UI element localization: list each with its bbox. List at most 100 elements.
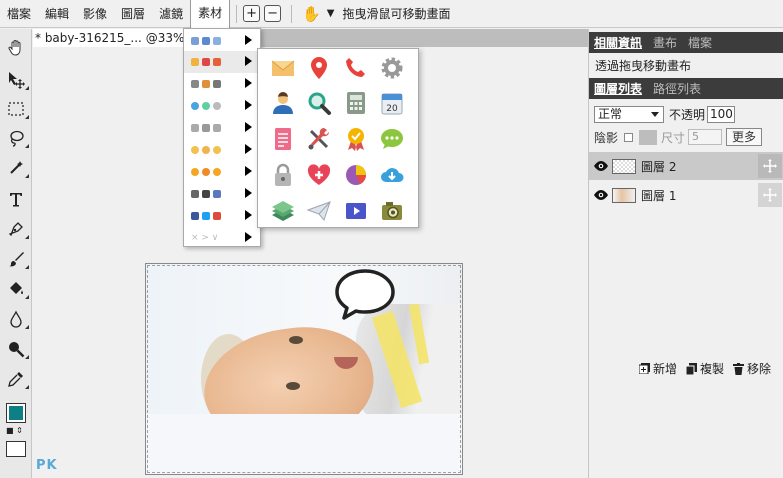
calendar-day-text: 20 xyxy=(386,104,398,114)
material-category-people[interactable] xyxy=(184,117,260,139)
tools-icon[interactable] xyxy=(306,126,332,152)
move-arrows-icon xyxy=(763,188,777,202)
shadow-color-swatch[interactable] xyxy=(639,129,658,145)
tab-layers[interactable]: 圖層列表 xyxy=(594,80,642,97)
shadow-controls: 陰影 尺寸 5 更多 xyxy=(594,128,763,146)
lock-icon[interactable] xyxy=(270,162,296,188)
tab-paths[interactable]: 路徑列表 xyxy=(653,80,701,97)
brush-tool[interactable] xyxy=(0,245,32,273)
text-tool[interactable] xyxy=(0,185,32,213)
move-tool[interactable] xyxy=(0,66,32,94)
material-category-bubbles[interactable] xyxy=(184,95,260,117)
blur-tool[interactable] xyxy=(0,305,32,333)
foreground-color-swatch[interactable] xyxy=(6,403,26,423)
shadow-checkbox[interactable] xyxy=(624,132,634,142)
search-icon[interactable] xyxy=(306,90,332,116)
material-category-arrows[interactable]: × > ∨ xyxy=(184,227,260,249)
layer-bounds xyxy=(147,265,461,473)
calendar-icon[interactable]: 20 xyxy=(379,90,405,116)
layer-row[interactable]: 圖層 1 xyxy=(589,181,783,209)
shadow-size-label: 尺寸 xyxy=(661,130,686,145)
user-icon[interactable] xyxy=(270,90,296,116)
blend-mode-select[interactable]: 正常 xyxy=(594,106,664,123)
menu-material[interactable]: 素材 xyxy=(190,0,231,28)
layer-row[interactable]: 圖層 2 xyxy=(589,152,783,180)
camera-icon[interactable] xyxy=(379,198,405,224)
magic-wand-tool[interactable] xyxy=(0,154,32,182)
material-submenu: 20 xyxy=(257,48,419,228)
paper-plane-icon[interactable] xyxy=(306,198,332,224)
canvas-image[interactable] xyxy=(145,263,463,475)
layer-actions: 新增 複製 移除 xyxy=(639,360,780,377)
material-category-office[interactable] xyxy=(184,51,260,73)
eyedropper-tool[interactable] xyxy=(0,365,32,393)
material-menu: × > ∨ xyxy=(183,28,261,247)
new-layer-button[interactable]: 新增 xyxy=(639,360,677,377)
hand-options-caret-icon[interactable]: ▼ xyxy=(327,8,335,19)
fill-tool[interactable] xyxy=(0,275,32,303)
material-category-faces[interactable] xyxy=(184,139,260,161)
shadow-size-input[interactable]: 5 xyxy=(688,129,723,145)
swap-colors-icon[interactable]: ■ ⇕ xyxy=(6,426,23,435)
toolbar-hint: 拖曳滑鼠可移動畫面 xyxy=(342,7,451,21)
heart-plus-icon[interactable] xyxy=(306,162,332,188)
tab-info[interactable]: 相關資訊 xyxy=(594,34,642,51)
hand-tool[interactable] xyxy=(0,34,32,62)
eye-icon[interactable] xyxy=(593,189,609,201)
badge-icon[interactable] xyxy=(343,126,369,152)
lasso-icon xyxy=(10,130,24,147)
delete-layer-button[interactable]: 移除 xyxy=(733,360,771,377)
material-category-misc[interactable] xyxy=(184,183,260,205)
opacity-input[interactable]: 100 xyxy=(707,106,736,123)
layer-panel-tabs: 圖層列表 路徑列表 xyxy=(589,78,783,99)
more-button[interactable]: 更多 xyxy=(726,128,763,146)
water-drop-icon xyxy=(10,310,22,328)
hand-icon xyxy=(8,40,21,56)
pen-icon xyxy=(8,222,23,237)
marquee-tool[interactable] xyxy=(0,95,32,123)
shadow-label: 陰影 xyxy=(594,130,619,145)
calculator-icon[interactable] xyxy=(343,90,369,116)
cloud-download-icon[interactable] xyxy=(379,162,405,188)
speech-bubble-sticker[interactable] xyxy=(332,267,398,323)
magic-wand-icon xyxy=(10,161,23,174)
menu-edit[interactable]: 編輯 xyxy=(38,0,76,28)
eye-icon[interactable] xyxy=(593,160,609,172)
gear-icon[interactable] xyxy=(379,55,405,81)
background-color-swatch[interactable] xyxy=(6,441,26,457)
zoom-out-button[interactable]: − xyxy=(264,5,282,22)
menu-image[interactable]: 影像 xyxy=(76,0,114,28)
info-text: 透過拖曳移動畫布 xyxy=(595,59,692,73)
zoom-in-button[interactable]: + xyxy=(243,5,261,22)
duplicate-layer-button[interactable]: 複製 xyxy=(686,360,724,377)
duplicate-icon xyxy=(686,362,698,375)
mail-icon[interactable] xyxy=(270,55,296,81)
lasso-tool[interactable] xyxy=(0,124,32,152)
hand-tool-icon[interactable]: ✋ xyxy=(302,5,321,23)
pen-tool[interactable] xyxy=(0,215,32,243)
layer-move-handle[interactable] xyxy=(758,154,782,178)
document-icon[interactable] xyxy=(270,126,296,152)
phone-icon[interactable] xyxy=(343,55,369,81)
material-category-social[interactable] xyxy=(184,205,260,227)
material-category-smileys[interactable] xyxy=(184,161,260,183)
pie-chart-icon[interactable] xyxy=(343,162,369,188)
layer-move-handle[interactable] xyxy=(758,183,782,207)
material-category-objects[interactable] xyxy=(184,73,260,95)
tab-canvas[interactable]: 畫布 xyxy=(653,34,677,51)
menu-separator xyxy=(291,4,293,23)
tab-file[interactable]: 檔案 xyxy=(688,34,712,51)
layers-icon[interactable] xyxy=(270,198,296,224)
chat-icon[interactable] xyxy=(379,126,405,152)
video-icon[interactable] xyxy=(343,198,369,224)
duplicate-layer-label: 複製 xyxy=(700,362,725,376)
menu-layer[interactable]: 圖層 xyxy=(114,0,152,28)
material-category-emoji[interactable] xyxy=(184,30,260,52)
map-pin-icon[interactable] xyxy=(306,55,332,81)
menu-file[interactable]: 檔案 xyxy=(0,0,38,28)
menu-filter[interactable]: 濾鏡 xyxy=(152,0,190,28)
opacity-label: 不透明 xyxy=(669,108,706,122)
zoom-tool[interactable] xyxy=(0,335,32,363)
document-tab[interactable]: * baby-316215_... @33% xyxy=(33,29,183,47)
brush-icon xyxy=(9,252,24,267)
